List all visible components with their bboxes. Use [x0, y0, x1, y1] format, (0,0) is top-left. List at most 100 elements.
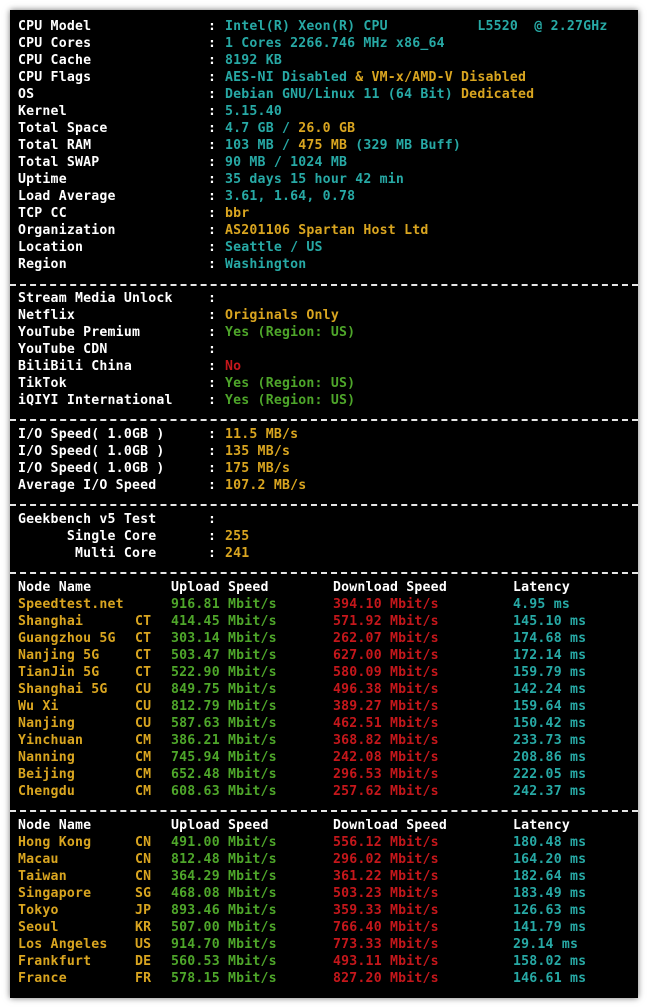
sysinfo-row: CPU Cores:1 Cores 2266.746 MHz x86_64 — [18, 35, 445, 52]
speed_intl-up: 468.08 Mbit/s — [171, 886, 277, 901]
speed_cn-down: 262.07 Mbit/s — [333, 631, 439, 646]
sysinfo-colon: : — [208, 19, 217, 34]
speed_cn-lat: 145.10 ms — [513, 614, 587, 629]
speed_cn-isp: CM — [135, 767, 152, 782]
speed_cn-lat: 233.73 ms — [513, 733, 587, 748]
speed_intl-down: 766.40 Mbit/s — [333, 920, 439, 935]
media-value-seg: Yes (Region: US) — [225, 393, 356, 408]
speed_cn-down: 571.92 Mbit/s — [333, 614, 439, 629]
speed_intl-up: 812.48 Mbit/s — [171, 852, 277, 867]
media-value: Yes (Region: US) — [225, 375, 355, 392]
speed_intl-isp: SG — [135, 886, 152, 901]
io-colon: : — [208, 478, 217, 493]
speed_intl-node: Singapore — [18, 886, 92, 901]
sysinfo-value-seg: & — [347, 70, 372, 85]
speed_intl-down: 773.33 Mbit/s — [333, 937, 439, 952]
speed_intl-isp: KR — [135, 920, 152, 935]
media-label: Stream Media Unlock — [18, 291, 173, 306]
speed_cn-isp: CT — [135, 614, 152, 629]
sysinfo-value: AS201106 Spartan Host Ltd — [225, 222, 429, 239]
speed_cn-node: Wu Xi — [18, 699, 59, 714]
media-value: Yes (Region: US) — [225, 392, 355, 409]
speed_intl-up: 560.53 Mbit/s — [171, 954, 277, 969]
sysinfo-label: CPU Cores — [18, 36, 92, 51]
speed_cn-isp: CM — [135, 784, 152, 799]
io-colon: : — [208, 427, 217, 442]
speed_intl-down: 827.20 Mbit/s — [333, 971, 439, 986]
sysinfo-colon: : — [208, 104, 217, 119]
speed_intl-lat: 183.49 ms — [513, 886, 587, 901]
speed_cn-up: 608.63 Mbit/s — [171, 784, 277, 799]
sysinfo-value-seg: 26.0 GB — [298, 121, 356, 136]
speed_intl-down: 493.11 Mbit/s — [333, 954, 439, 969]
geekbench-row: Multi Core:241 — [18, 545, 249, 562]
media-row: TikTok: Yes (Region: US) — [18, 375, 355, 392]
speed_cn-lat: 159.64 ms — [513, 699, 587, 714]
speed_cn-node: Nanjing 5G — [18, 648, 100, 663]
speed_cn-isp: CT — [135, 665, 152, 680]
speed_intl-lat: 158.02 ms — [513, 954, 587, 969]
sysinfo-value-seg: 103 MB / — [225, 138, 299, 153]
sysinfo-colon: : — [208, 155, 217, 170]
media-label: iQIYI International — [18, 393, 173, 408]
speed_cn-node: Yinchuan — [18, 733, 84, 748]
media-row: YouTube CDN: — [18, 341, 216, 358]
speed_cn-down: 394.10 Mbit/s — [333, 597, 439, 612]
speed_intl-lat: 29.14 ms — [513, 937, 579, 952]
media-colon: : — [208, 342, 217, 357]
speed_intl-isp: DE — [135, 954, 152, 969]
speed_cn-lat: 142.24 ms — [513, 682, 587, 697]
speed_intl-lat: 182.64 ms — [513, 869, 587, 884]
speed_intl-isp: FR — [135, 971, 152, 986]
geekbench-value: 255 — [225, 528, 249, 545]
sysinfo-colon: : — [208, 138, 217, 153]
sysinfo-value: 4.7 GB / 26.0 GB — [225, 120, 355, 137]
sysinfo-row: Uptime:35 days 15 hour 42 min — [18, 171, 404, 188]
speed_intl-node: Taiwan — [18, 869, 67, 884]
speed_cn-isp: CU — [135, 682, 152, 697]
sysinfo-value-seg: Intel(R) Xeon(R) CPU L5520 @ 2.27GHz — [225, 19, 608, 34]
speed_intl-down: 361.22 Mbit/s — [333, 869, 439, 884]
terminal-window: CPU Model: Intel(R) Xeon(R) CPU L5520 @ 2… — [10, 10, 638, 998]
speed_intl-lat: 164.20 ms — [513, 852, 587, 867]
sysinfo-label: CPU Cache — [18, 53, 92, 68]
sysinfo-colon: : — [208, 206, 217, 221]
sysinfo-label: Region — [18, 257, 67, 272]
speed_cn-down: 496.38 Mbit/s — [333, 682, 439, 697]
io-value-seg: 11.5 MB/s — [225, 427, 299, 442]
speed-header-latency: Latency — [513, 818, 570, 833]
media-row: BiliBili China: No — [18, 358, 241, 375]
sysinfo-colon: : — [208, 189, 217, 204]
io-label: I/O Speed( 1.0GB ) — [18, 427, 165, 442]
sysinfo-value-seg: Dedicated — [461, 87, 535, 102]
speed_intl-lat: 180.48 ms — [513, 835, 587, 850]
speed_cn-lat: 159.79 ms — [513, 665, 587, 680]
sysinfo-value-seg: bbr — [225, 206, 250, 221]
speed_intl-node: Los Angeles — [18, 937, 108, 952]
sysinfo-value: bbr — [225, 205, 249, 222]
media-row: Stream Media Unlock: — [18, 290, 216, 307]
separator-line-3 — [10, 504, 638, 506]
media-value: No — [225, 358, 241, 375]
sysinfo-colon: : — [208, 240, 217, 255]
speed_intl-down: 503.23 Mbit/s — [333, 886, 439, 901]
io-value: 175 MB/s — [225, 460, 290, 477]
media-value-seg: Yes (Region: US) — [225, 376, 356, 391]
sysinfo-value-seg: 35 days 15 hour 42 min — [225, 172, 405, 187]
sysinfo-value-seg: VM-x/AMD-V Disabled — [371, 70, 527, 85]
media-colon: : — [208, 359, 217, 374]
sysinfo-row: Load Average:3.61, 1.64, 0.78 — [18, 188, 355, 205]
sysinfo-row: Total SWAP:90 MB / 1024 MB — [18, 154, 347, 171]
speed_cn-isp: CU — [135, 716, 152, 731]
speed_cn-lat: 150.42 ms — [513, 716, 587, 731]
sysinfo-label: Total Space — [18, 121, 108, 136]
sysinfo-row: Kernel:5.15.40 — [18, 103, 282, 120]
sysinfo-row: Total Space:4.7 GB / 26.0 GB — [18, 120, 355, 137]
sysinfo-value: 8192 KB — [225, 52, 282, 69]
sysinfo-value-seg: (329 MB Buff) — [347, 138, 462, 153]
sysinfo-value-seg: 4.7 GB / — [225, 121, 299, 136]
io-row: I/O Speed( 1.0GB ):175 MB/s — [18, 460, 290, 477]
sysinfo-colon: : — [208, 53, 217, 68]
speed-header-node: Node Name — [18, 818, 92, 833]
sysinfo-label: Load Average — [18, 189, 116, 204]
